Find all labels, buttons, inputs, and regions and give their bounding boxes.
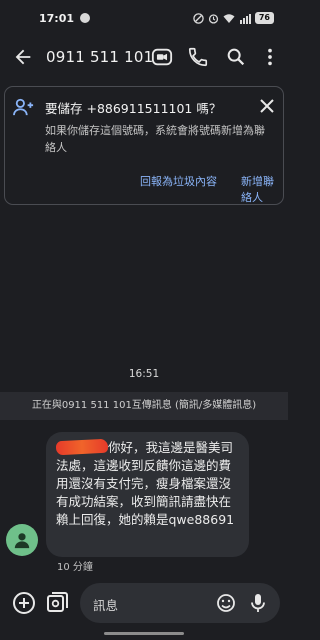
- alarm-icon: [208, 13, 218, 24]
- add-contact-button[interactable]: 新增聯絡人: [241, 173, 283, 205]
- conversation-timestamp: 16:51: [128, 368, 160, 380]
- save-number-description: 如果你儲存這個號碼，系統會將號碼新增為聯絡人: [45, 124, 265, 154]
- save-number-title: 要儲存 +886911511101 嗎？: [45, 101, 222, 116]
- add-attachment-icon[interactable]: [12, 591, 36, 615]
- gesture-navigation-bar[interactable]: [104, 632, 184, 635]
- status-time: 17:01: [39, 11, 75, 25]
- save-card-actions: 回報為垃圾內容 新增聯絡人: [3, 173, 283, 204]
- wifi-icon: [223, 13, 235, 23]
- back-arrow-icon[interactable]: [12, 46, 34, 68]
- message-bubble[interactable]: 你好，我這邊是醫美司法處，這邊收到反饋你這邊的費用還沒有支付完，瘦身檔案還沒有成…: [46, 432, 249, 557]
- compose-bar: 訊息: [0, 580, 288, 628]
- status-bar: 17:01 76: [0, 0, 288, 36]
- message-time: 10 分鐘: [57, 562, 93, 573]
- avatar[interactable]: [6, 524, 38, 556]
- search-icon[interactable]: [225, 46, 247, 68]
- report-spam-button[interactable]: 回報為垃圾內容: [140, 173, 217, 189]
- focus-mode-icon: [193, 12, 204, 24]
- contact-title: 0911 511 101: [46, 48, 154, 66]
- more-options-icon[interactable]: [259, 46, 281, 68]
- top-app-bar: 0911 511 101: [0, 40, 288, 74]
- redaction-mark: [55, 438, 109, 456]
- status-icons: 76: [193, 12, 274, 24]
- signal-icon: [239, 13, 251, 24]
- message-placeholder: 訊息: [93, 598, 119, 613]
- phone-call-icon[interactable]: [187, 46, 209, 68]
- person-icon: [14, 533, 30, 549]
- battery-icon: 76: [254, 12, 274, 24]
- notification-icon: [80, 13, 91, 23]
- add-person-icon: [13, 98, 34, 116]
- message-input[interactable]: 訊息: [80, 583, 280, 623]
- conversation-banner: 正在與0911 511 101互傳訊息 (簡訊/多媒體訊息): [0, 392, 288, 420]
- gallery-icon[interactable]: [45, 591, 69, 615]
- microphone-icon[interactable]: [248, 592, 268, 614]
- close-icon[interactable]: [259, 98, 275, 114]
- save-number-card: 要儲存 +886911511101 嗎？ 如果你儲存這個號碼，系統會將號碼新增為…: [4, 86, 284, 205]
- emoji-icon[interactable]: [216, 593, 236, 613]
- video-call-icon[interactable]: [151, 46, 173, 68]
